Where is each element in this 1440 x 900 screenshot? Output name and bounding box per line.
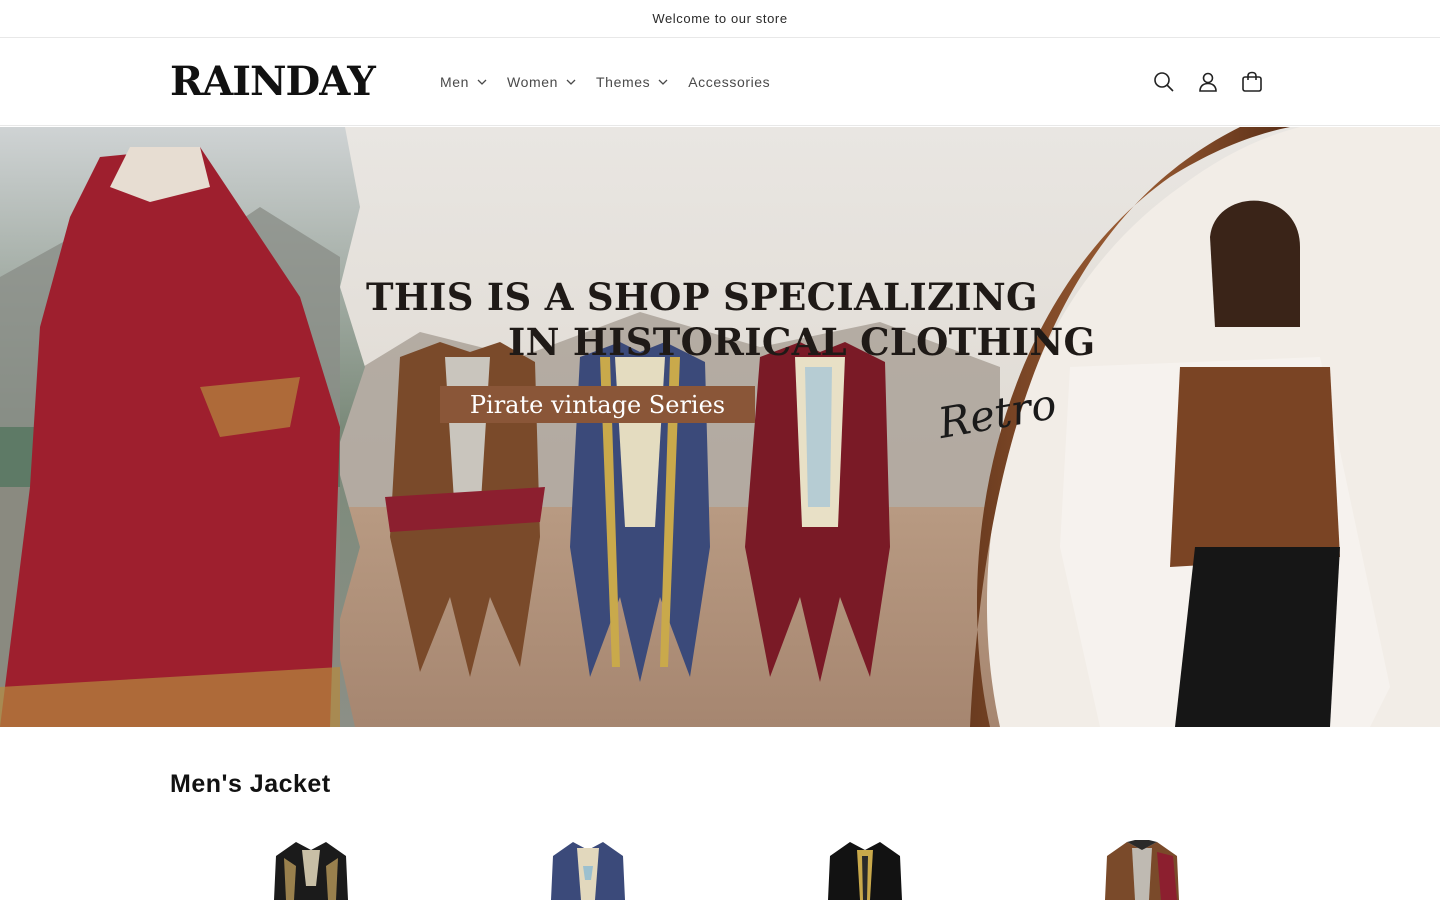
header-icons bbox=[1152, 38, 1264, 126]
chevron-down-icon bbox=[658, 79, 668, 85]
product-card[interactable] bbox=[256, 836, 366, 900]
nav-accessories[interactable]: Accessories bbox=[688, 74, 770, 90]
hero-title-line2: IN HISTORICAL CLOTHING bbox=[508, 320, 1096, 364]
section-title: Men's Jacket bbox=[170, 770, 331, 798]
chevron-down-icon bbox=[566, 79, 576, 85]
nav-accessories-label: Accessories bbox=[688, 74, 771, 90]
product-grid bbox=[170, 836, 1270, 900]
store-logo[interactable]: RAINDAY bbox=[170, 60, 376, 104]
nav-women-label: Women bbox=[507, 74, 559, 90]
chevron-down-icon bbox=[477, 79, 487, 85]
search-icon[interactable] bbox=[1152, 70, 1176, 94]
jacket-red bbox=[745, 342, 890, 682]
hero-title-line1: THIS IS A SHOP SPECIALIZING bbox=[366, 275, 1038, 319]
product-image bbox=[1105, 840, 1179, 900]
nav-men-label: Men bbox=[440, 74, 470, 90]
cart-icon[interactable] bbox=[1240, 70, 1264, 94]
main-nav: Men Women Themes Accessories bbox=[440, 38, 790, 126]
product-image bbox=[274, 842, 348, 900]
hero-series-badge: Pirate vintage Series bbox=[440, 386, 755, 423]
nav-women[interactable]: Women bbox=[507, 74, 576, 90]
announcement-text: Welcome to our store bbox=[652, 11, 788, 26]
account-icon[interactable] bbox=[1196, 70, 1220, 94]
nav-men[interactable]: Men bbox=[440, 74, 487, 90]
product-card[interactable] bbox=[810, 836, 920, 900]
product-image bbox=[828, 842, 902, 900]
site-header: RAINDAY Men Women Themes Accessories bbox=[0, 38, 1440, 126]
announcement-bar: Welcome to our store bbox=[0, 0, 1440, 38]
nav-themes-label: Themes bbox=[596, 74, 651, 90]
product-card[interactable] bbox=[1087, 836, 1197, 900]
hero-banner[interactable]: THIS IS A SHOP SPECIALIZING IN HISTORICA… bbox=[0, 127, 1440, 727]
hero-artwork bbox=[0, 127, 1440, 727]
product-card[interactable] bbox=[533, 836, 643, 900]
nav-themes[interactable]: Themes bbox=[596, 74, 668, 90]
product-image bbox=[551, 842, 625, 900]
